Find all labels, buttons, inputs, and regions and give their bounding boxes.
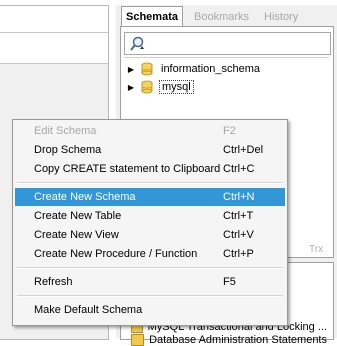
schema-search-input[interactable] xyxy=(124,32,331,55)
tree-item-information-schema[interactable]: ▶ information_schema xyxy=(126,61,262,77)
menu-item-edit-schema[interactable]: Edit Schema F2 xyxy=(15,122,285,140)
menu-item-shortcut: Ctrl+Del xyxy=(223,144,264,156)
folder-icon xyxy=(131,334,145,346)
menu-separator xyxy=(17,267,283,269)
tree-item-mysql[interactable]: ▶ mysql xyxy=(126,79,194,95)
expand-arrow-icon[interactable]: ▶ xyxy=(126,65,136,74)
menu-item-copy-create-statement[interactable]: Copy CREATE statement to Clipboard Ctrl+… xyxy=(15,160,285,178)
expand-arrow-icon[interactable]: ▶ xyxy=(126,83,136,92)
menu-item-create-new-schema[interactable]: Create New Schema Ctrl+N xyxy=(15,188,285,206)
menu-item-refresh[interactable]: Refresh F5 xyxy=(15,273,285,291)
tree-item-label: mysql xyxy=(159,80,194,94)
menu-item-drop-schema[interactable]: Drop Schema Ctrl+Del xyxy=(15,141,285,159)
menu-item-shortcut: Ctrl+T xyxy=(223,210,254,222)
menu-item-label: Create New Schema xyxy=(34,191,136,203)
menu-item-create-new-view[interactable]: Create New View Ctrl+V xyxy=(15,226,285,244)
menu-item-shortcut: Ctrl+C xyxy=(223,163,255,175)
menu-item-shortcut: Ctrl+V xyxy=(223,229,254,241)
menu-item-shortcut: Ctrl+N xyxy=(223,191,255,203)
tab-bookmarks[interactable]: Bookmarks xyxy=(190,8,253,26)
search-icon[interactable] xyxy=(128,35,146,53)
tab-schemata[interactable]: Schemata xyxy=(121,6,183,27)
schemata-tabs: Schemata Bookmarks History xyxy=(116,5,337,27)
menu-item-label: Copy CREATE statement to Clipboard xyxy=(34,163,221,175)
menu-separator xyxy=(17,182,283,184)
context-menu: Edit Schema F2 Drop Schema Ctrl+Del Copy… xyxy=(12,119,288,326)
menu-item-label: Create New View xyxy=(34,229,119,241)
tab-history[interactable]: History xyxy=(260,8,302,26)
menu-item-shortcut: F2 xyxy=(223,125,236,137)
database-icon xyxy=(141,80,153,94)
menu-item-label: Edit Schema xyxy=(34,125,97,137)
tab-trx[interactable]: Trx xyxy=(309,244,323,255)
database-icon xyxy=(141,62,153,76)
menu-item-shortcut: Ctrl+P xyxy=(223,248,254,260)
left-pane-divider xyxy=(0,32,108,33)
menu-separator xyxy=(17,295,283,297)
menu-item-create-new-table[interactable]: Create New Table Ctrl+T xyxy=(15,207,285,225)
menu-item-label: Drop Schema xyxy=(34,144,102,156)
menu-item-label: Create New Table xyxy=(34,210,122,222)
menu-item-label: Refresh xyxy=(34,276,73,288)
menu-item-make-default-schema[interactable]: Make Default Schema xyxy=(15,301,285,319)
help-topic-label: Database Administration Statements xyxy=(149,334,327,346)
menu-item-label: Make Default Schema xyxy=(34,304,143,316)
tree-item-label: information_schema xyxy=(161,63,261,75)
menu-item-shortcut: F5 xyxy=(223,276,236,288)
help-topic-item[interactable]: Database Administration Statements xyxy=(131,334,327,346)
menu-item-label: Create New Procedure / Function xyxy=(34,248,198,260)
menu-item-create-new-procedure[interactable]: Create New Procedure / Function Ctrl+P xyxy=(15,245,285,263)
